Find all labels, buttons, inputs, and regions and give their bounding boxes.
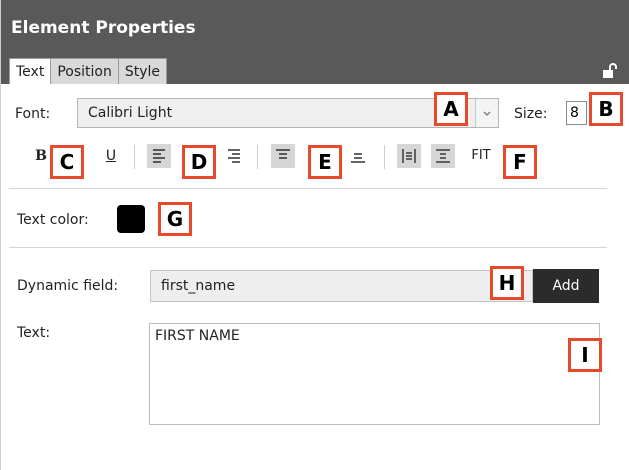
- add-button[interactable]: Add: [533, 269, 599, 303]
- font-label: Font:: [15, 106, 51, 122]
- callout-g: G: [158, 202, 192, 236]
- align-bottom-icon: [351, 153, 365, 163]
- callout-h: H: [490, 266, 524, 300]
- callout-c: C: [50, 145, 84, 179]
- fit-width-icon: [402, 149, 416, 163]
- align-right-icon: [228, 149, 240, 163]
- callout-b: B: [589, 92, 623, 126]
- align-right-button[interactable]: [222, 144, 246, 168]
- tab-bar: Text Position Style: [9, 58, 168, 84]
- size-input[interactable]: 8: [566, 101, 587, 125]
- dynamic-field-input[interactable]: first_name: [150, 270, 533, 302]
- callout-f: F: [503, 145, 537, 179]
- chevron-down-icon[interactable]: [475, 99, 498, 127]
- element-properties-panel: Element Properties Text Position Style F…: [0, 0, 629, 470]
- callout-i: I: [568, 338, 602, 372]
- divider: [9, 188, 607, 189]
- align-top-button[interactable]: [271, 144, 295, 168]
- callout-d: D: [182, 145, 216, 179]
- fit-height-button[interactable]: [431, 144, 455, 168]
- toolbar-divider: [384, 145, 385, 169]
- align-left-button[interactable]: [147, 144, 171, 168]
- fit-width-button[interactable]: [397, 144, 421, 168]
- divider: [9, 247, 607, 248]
- toolbar-divider: [134, 145, 135, 169]
- text-label: Text:: [17, 325, 51, 341]
- underline-button[interactable]: U: [99, 144, 123, 168]
- panel-header: Element Properties Text Position Style: [1, 0, 629, 84]
- dynamic-field-value: first_name: [161, 278, 236, 294]
- tab-position[interactable]: Position: [50, 58, 119, 84]
- align-bottom-button[interactable]: [346, 144, 370, 168]
- align-top-icon: [276, 149, 290, 159]
- text-value: FIRST NAME: [155, 328, 240, 344]
- tab-style[interactable]: Style: [117, 58, 168, 84]
- tab-text[interactable]: Text: [9, 58, 52, 84]
- panel-title: Element Properties: [11, 18, 196, 38]
- text-color-label: Text color:: [17, 212, 89, 228]
- fit-height-icon: [436, 149, 450, 163]
- text-textarea[interactable]: FIRST NAME: [149, 323, 600, 425]
- size-label: Size:: [514, 106, 548, 122]
- callout-a: A: [434, 92, 468, 126]
- fit-button[interactable]: FIT: [468, 144, 494, 168]
- callout-e: E: [308, 145, 342, 179]
- toolbar-divider: [257, 145, 258, 169]
- text-color-swatch[interactable]: [117, 205, 145, 233]
- align-left-icon: [153, 149, 165, 163]
- dynamic-field-label: Dynamic field:: [17, 278, 119, 294]
- padlock-icon[interactable]: [601, 62, 619, 80]
- font-value: Calibri Light: [88, 105, 173, 121]
